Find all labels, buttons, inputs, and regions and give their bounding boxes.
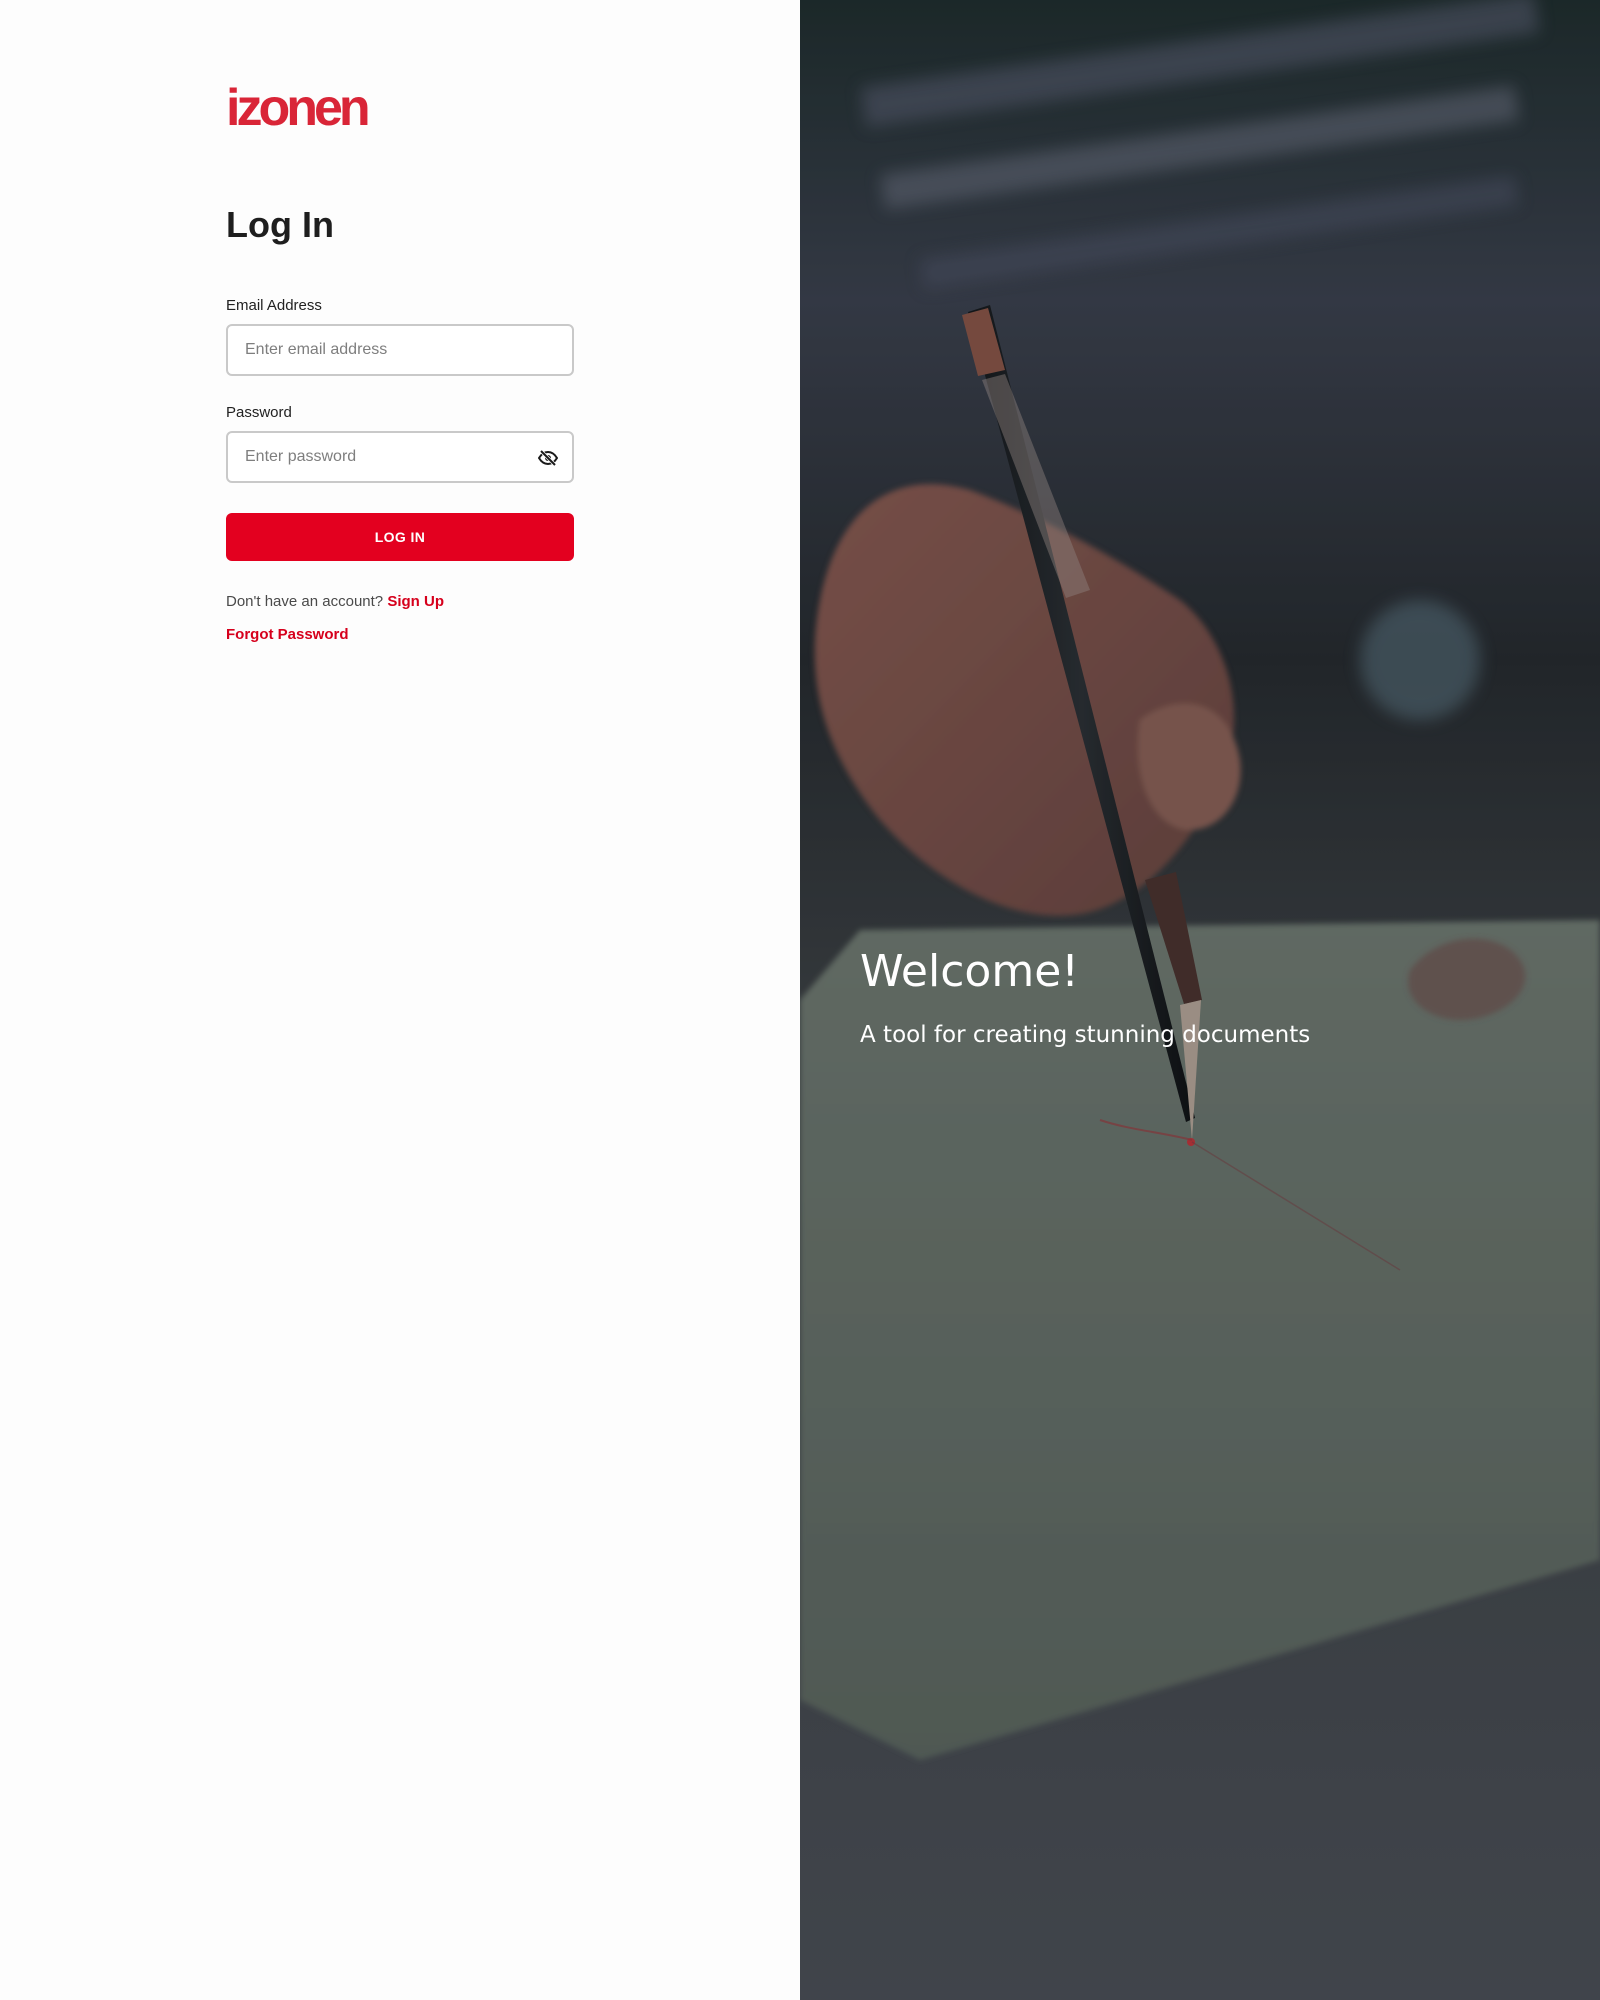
page-title: Log In — [226, 204, 334, 245]
password-input[interactable] — [226, 431, 574, 483]
signup-prompt-text: Don't have an account? — [226, 593, 384, 610]
signup-link[interactable]: Sign Up — [387, 593, 444, 610]
eye-slash-icon[interactable] — [534, 447, 562, 469]
hero-overlay — [800, 0, 1600, 2000]
hero-title: Welcome! — [860, 946, 1079, 997]
hero-panel: Welcome! A tool for creating stunning do… — [800, 0, 1600, 2000]
signup-prompt-row: Don't have an account? Sign Up — [226, 593, 444, 610]
brand-logo: izonen — [226, 79, 371, 137]
password-label: Password — [226, 404, 292, 421]
login-button[interactable]: LOG IN — [226, 513, 574, 561]
hero-subtitle: A tool for creating stunning documents — [860, 1022, 1311, 1048]
forgot-password-link[interactable]: Forgot Password — [226, 626, 349, 643]
email-input[interactable] — [226, 324, 574, 376]
email-label: Email Address — [226, 297, 322, 314]
login-panel: izonen Log In Email Address Password LOG… — [0, 0, 800, 2000]
